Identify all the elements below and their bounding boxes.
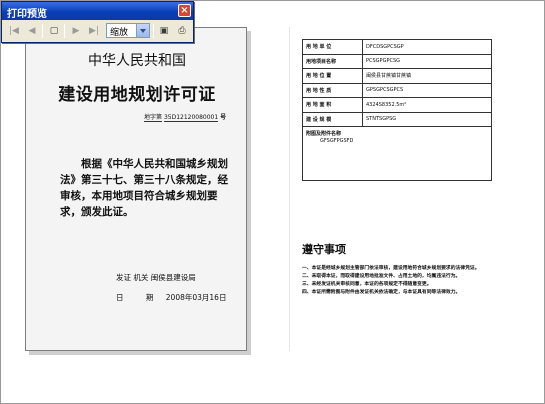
permit-body-text: 根据《中华人民共和国城乡规划法》第三十七、第三十八条规定，经审核，本用地项目符合… [60,158,228,218]
table-label: 用 地 单 位 [302,39,363,55]
issuer: 发证 机关 闽侯县建设局 [116,272,196,283]
table-row: 建 设 规 模 STNTSGPSG [302,111,492,127]
permit-detail-page: 用 地 单 位 DFCDSGPCSGP 用地项目名称 PCSGPGPCSG 用 … [289,27,499,351]
note-item: 四、本证所需附图与附件由发证机关依法确定，与本证具有同等法律效力。 [302,290,461,295]
last-page-button[interactable]: ▶| [86,23,102,39]
permit-number-label: 地字第 [144,114,163,122]
last-page-icon: ▶| [89,26,99,36]
print-button[interactable]: ⎙ [174,23,190,39]
prev-page-button[interactable]: ◀ [24,23,40,39]
table-value: GPSGPCSGPCS [362,82,492,98]
permit-number: 地字第 35D12120080001 号 [144,112,227,122]
note-item: 一、本证是经城乡规划主管部门依法审核，建设用地符合城乡规划要求的法律凭证。 [302,266,480,271]
table-row: 用 地 性 质 GPSGPCSGPCS [302,82,492,98]
print-preview-viewport: 中华人民共和国 建设用地规划许可证 地字第 35D12120080001 号 根… [0,0,545,404]
table-label: 用 地 位 置 [302,68,363,84]
table-value: PCSGPGPCSG [362,53,492,69]
issue-date-value: 2008年03月16日 [165,293,227,302]
toolbar-separator [64,24,65,38]
issuer-value: 闽侯县建设局 [150,273,196,282]
permit-title: 建设用地规划许可证 [58,85,216,105]
page-setup-button[interactable]: ▣ [156,23,172,39]
notes-title: 遵守事项 [302,243,346,256]
toolbar-separator [42,24,43,38]
toolbar-body: |◀ ◀ ▢ ▶ ▶| 缩放 ▣ ⎙ [2,20,193,42]
attachment-cell: 附图及附件名称 GFSGFPGSFD [302,126,492,181]
chevron-down-icon[interactable] [136,24,149,37]
close-button[interactable]: × [178,4,191,17]
detail-table: 用 地 单 位 DFCDSGPCSGP 用地项目名称 PCSGPGPCSG 用 … [302,39,492,181]
attachment-value: GFSGFPGSFD [320,138,354,144]
first-page-button[interactable]: |◀ [6,23,22,39]
table-value: DFCDSGPCSGP [362,39,492,55]
zoom-select[interactable]: 缩放 [106,23,150,38]
issuer-label: 发证 机关 [116,273,149,282]
table-label: 用地项目名称 [302,53,363,69]
issue-date: 日 期 2008年03月16日 [116,292,226,303]
zoom-value: 缩放 [110,28,129,38]
page-setup-icon: ▣ [159,26,169,36]
table-label: 建 设 规 模 [302,111,363,127]
permit-number-value: 35D12120080001 [163,114,219,122]
toolbar-title: 打印预览 [7,9,47,20]
copy-page-icon: ▢ [49,26,59,36]
table-value: STNTSGPSG [362,111,492,127]
page-shadow [29,351,251,355]
table-label: 用 地 性 质 [302,82,363,98]
print-icon: ⎙ [178,26,186,36]
copy-page-button[interactable]: ▢ [46,23,62,39]
toolbar-titlebar[interactable]: 打印预览 × [2,2,193,20]
table-row: 用 地 单 位 DFCDSGPCSGP [302,39,492,55]
country-name: 中华人民共和国 [88,53,186,69]
table-row: 用 地 位 置 闽侯县甘蔗镇甘蔗镇 [302,68,492,84]
note-item: 二、未取得本证，而取得建设用地批准文件、占用土地的，均属违法行为。 [302,274,461,279]
notes-list: 一、本证是经城乡规划主管部门依法审核，建设用地符合城乡规划要求的法律凭证。 二、… [302,265,494,297]
issue-date-label: 日 期 [116,293,164,302]
prev-page-icon: ◀ [28,26,36,36]
print-preview-toolbar[interactable]: 打印预览 × |◀ ◀ ▢ ▶ ▶| 缩放 ▣ ⎙ [1,1,194,43]
table-value: 4324S8352.5m² [362,97,492,113]
permit-number-suffix: 号 [220,114,227,121]
attachment-label: 附图及附件名称 [306,131,342,137]
table-label: 用 地 面 积 [302,97,363,113]
toolbar-separator [153,24,154,38]
attachment-row: 附图及附件名称 GFSGFPGSFD [302,126,492,181]
next-page-icon: ▶ [72,26,80,36]
note-item: 三、未经发证机关审核同意，本证的各项规定不得随意变更。 [302,282,432,287]
close-icon: × [180,5,189,16]
permit-front-page: 中华人民共和国 建设用地规划许可证 地字第 35D12120080001 号 根… [25,27,251,355]
first-page-icon: |◀ [9,26,19,36]
table-row: 用地项目名称 PCSGPGPCSG [302,53,492,69]
table-row: 用 地 面 积 4324S8352.5m² [302,97,492,113]
table-value: 闽侯县甘蔗镇甘蔗镇 [362,68,492,84]
next-page-button[interactable]: ▶ [68,23,84,39]
